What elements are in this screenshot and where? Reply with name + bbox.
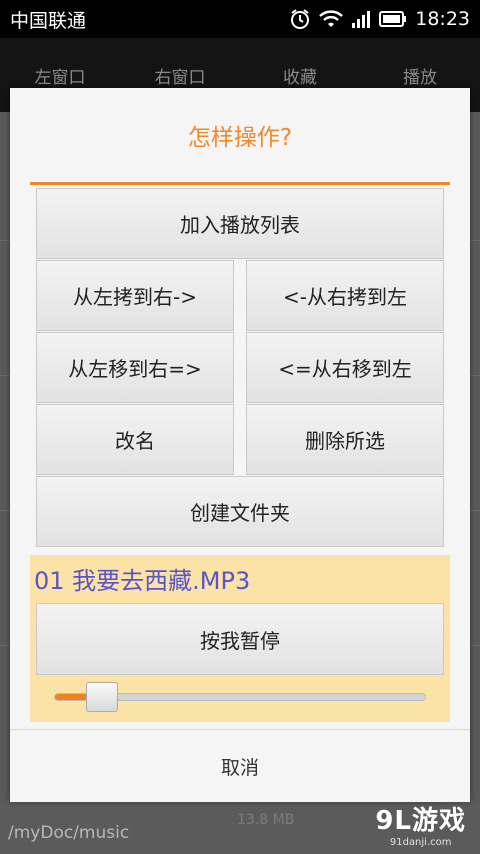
signal-icon (351, 9, 371, 29)
dialog-title: 怎样操作? (187, 125, 293, 151)
copy-right-to-left-button[interactable]: <-从右拷到左 (246, 260, 444, 331)
track-title: 01 我要去西藏.MP3 (34, 567, 251, 595)
rename-button[interactable]: 改名 (36, 404, 234, 475)
cancel-button[interactable]: 取消 (10, 729, 470, 802)
status-bar: 中国联通 18:23 (0, 0, 480, 38)
wifi-icon (319, 9, 344, 29)
action-dialog: 怎样操作? 加入播放列表 从左拷到右-> <-从右拷到左 从左移到右=> <=从… (10, 88, 470, 802)
copy-left-to-right-button[interactable]: 从左拷到右-> (36, 260, 234, 331)
create-folder-button[interactable]: 创建文件夹 (36, 476, 444, 547)
move-left-to-right-button[interactable]: 从左移到右=> (36, 332, 234, 403)
alarm-icon (289, 8, 311, 30)
pause-button[interactable]: 按我暂停 (36, 603, 444, 675)
watermark-main: 9L游戏 (375, 806, 466, 836)
now-playing-panel: 01 我要去西藏.MP3 按我暂停 (30, 555, 450, 722)
file-size: 13.8 MB (237, 812, 295, 828)
move-right-to-left-button[interactable]: <=从右移到左 (246, 332, 444, 403)
clock: 18:23 (415, 8, 470, 30)
carrier-name: 中国联通 (10, 9, 87, 32)
status-icons: 18:23 (289, 8, 470, 30)
seek-thumb[interactable] (86, 682, 118, 712)
watermark-logo: 9L游戏 91danji.com (375, 800, 466, 848)
battery-icon (379, 10, 407, 28)
current-path: /myDoc/music (8, 823, 130, 843)
title-divider (30, 182, 450, 185)
add-to-playlist-button[interactable]: 加入播放列表 (36, 188, 444, 259)
watermark-sub: 91danji.com (389, 837, 452, 848)
delete-selected-button[interactable]: 删除所选 (246, 404, 444, 475)
